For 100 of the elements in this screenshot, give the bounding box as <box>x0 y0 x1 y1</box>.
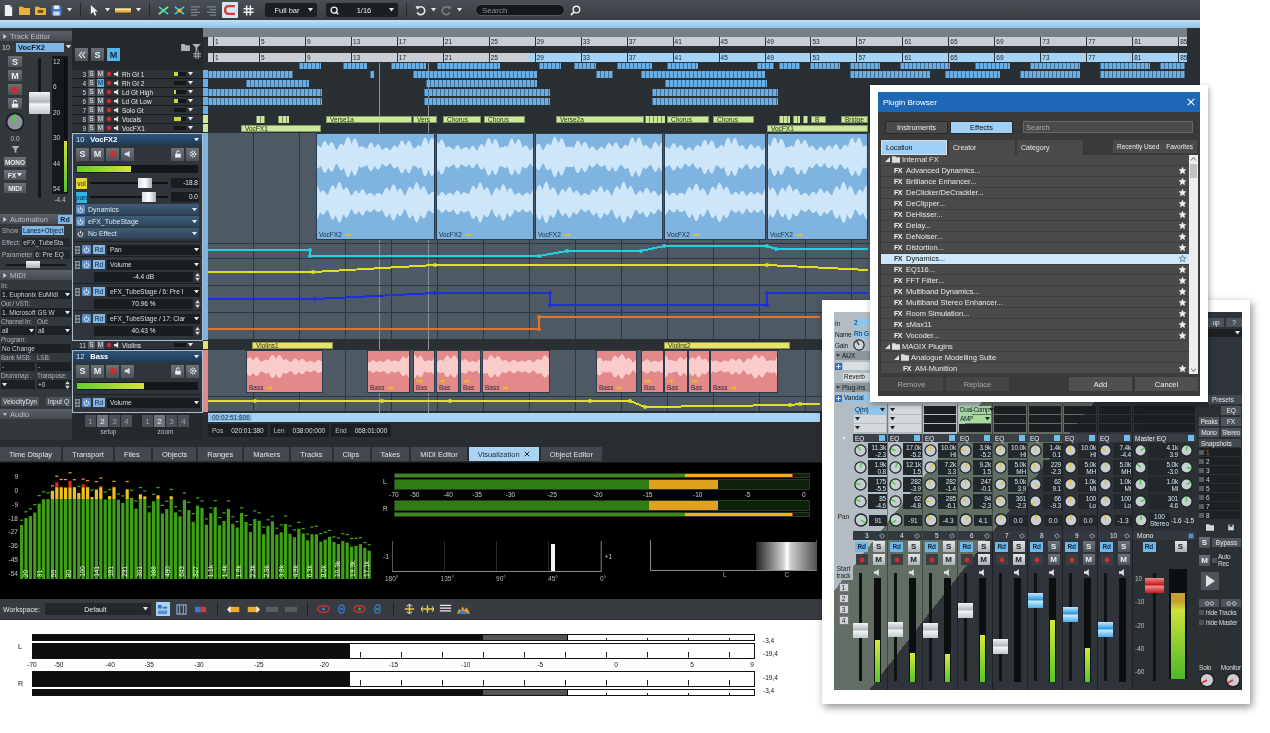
eq-knob[interactable] <box>924 444 937 457</box>
midi-clip[interactable] <box>652 89 778 96</box>
midi-clip[interactable] <box>1030 63 1080 69</box>
align-left-icon[interactable] <box>190 4 201 16</box>
close-icon[interactable] <box>523 451 530 457</box>
mute-button[interactable]: M <box>1012 554 1025 565</box>
eq-toggle[interactable] <box>1188 435 1194 441</box>
pan-knob[interactable] <box>889 513 903 527</box>
pan-knob[interactable] <box>1099 513 1113 527</box>
lock-button[interactable] <box>171 147 184 161</box>
mute-button[interactable]: M <box>1082 554 1095 565</box>
solo-button[interactable]: S <box>1117 541 1130 552</box>
plugin-slot[interactable] <box>889 415 921 423</box>
pan-knob[interactable] <box>959 513 973 527</box>
monitor-button[interactable] <box>121 364 134 378</box>
midi-clip[interactable] <box>413 71 537 78</box>
record-button[interactable] <box>1030 554 1043 565</box>
track-filter-button[interactable]: M <box>107 48 120 61</box>
caret-icon[interactable] <box>65 328 70 333</box>
power-icon[interactable] <box>82 398 91 407</box>
jump-end-icon[interactable] <box>245 604 260 614</box>
eq-knob[interactable] <box>994 478 1007 491</box>
spin-arrows-icon[interactable] <box>195 272 200 281</box>
eq-knob[interactable] <box>994 444 1007 457</box>
caret-icon[interactable] <box>194 247 199 252</box>
eq-knob[interactable] <box>889 478 902 491</box>
pointer-icon[interactable] <box>89 4 100 16</box>
midi-clip[interactable] <box>1100 63 1150 69</box>
eq-knob[interactable] <box>1180 444 1193 457</box>
eq-toggle[interactable] <box>1124 435 1130 441</box>
spin-arrows-icon[interactable] <box>195 326 200 335</box>
eq-knob[interactable] <box>924 478 937 491</box>
eq-knob[interactable] <box>1029 444 1042 457</box>
power-icon[interactable] <box>76 205 85 214</box>
midi-clip[interactable] <box>1160 63 1185 69</box>
checkbox[interactable] <box>1199 449 1204 455</box>
caret-icon[interactable] <box>389 8 394 12</box>
caret-icon[interactable] <box>431 8 436 12</box>
mute-button[interactable]: M <box>907 554 920 565</box>
pan-knob[interactable] <box>1029 513 1043 527</box>
mute-button[interactable]: M <box>1117 554 1130 565</box>
midi-clip[interactable] <box>779 63 800 69</box>
midi-clip[interactable] <box>779 116 790 123</box>
scroll-up-icon[interactable] <box>1191 157 1196 161</box>
midi-clip[interactable] <box>641 71 765 78</box>
midi-clip[interactable] <box>900 63 950 69</box>
checkbox[interactable] <box>1199 512 1204 518</box>
fader-handle[interactable] <box>993 638 1008 654</box>
expand-horizontal-icon[interactable] <box>420 604 434 614</box>
caret-icon[interactable] <box>194 316 199 321</box>
midi-clip[interactable] <box>667 63 698 69</box>
solo-button[interactable]: S <box>1012 541 1025 552</box>
midi-clip[interactable] <box>850 71 930 78</box>
slider-handle[interactable] <box>137 178 152 188</box>
expand-vertical-icon[interactable] <box>402 604 416 614</box>
solo-button[interactable]: S <box>1082 541 1095 552</box>
grip-icon[interactable] <box>75 287 80 296</box>
caret-icon[interactable] <box>29 328 34 333</box>
eq-knob[interactable] <box>1180 461 1193 474</box>
fader-handle[interactable] <box>853 622 868 638</box>
search-icon[interactable] <box>570 4 581 16</box>
caret-icon[interactable] <box>142 607 148 611</box>
eq-knob[interactable] <box>994 461 1007 474</box>
slider-handle[interactable] <box>142 192 157 202</box>
caret-icon[interactable] <box>136 8 141 12</box>
grip-icon[interactable] <box>75 314 80 323</box>
plugin-slot[interactable] <box>854 415 886 423</box>
solo-button[interactable]: S <box>8 56 22 67</box>
save-icon[interactable] <box>51 4 62 16</box>
checkbox[interactable] <box>1199 610 1204 615</box>
solo-button[interactable]: S <box>1174 541 1187 552</box>
spin-arrows-icon[interactable] <box>65 380 70 389</box>
gear-icon[interactable] <box>879 532 885 539</box>
eq-toggle[interactable] <box>914 435 920 441</box>
plugin-slot[interactable] <box>889 406 921 414</box>
caret-icon[interactable] <box>194 400 199 405</box>
speaker-icon[interactable] <box>1084 569 1091 576</box>
midi-clip[interactable] <box>208 89 322 96</box>
save-icon[interactable] <box>1226 523 1235 531</box>
eq-knob[interactable] <box>959 495 972 508</box>
pan-knob[interactable] <box>924 513 938 527</box>
solo-button[interactable]: S <box>872 541 885 552</box>
gear-icon[interactable] <box>949 532 955 539</box>
speaker-icon[interactable] <box>1049 569 1056 576</box>
rings-button[interactable] <box>1199 599 1219 607</box>
eq-knob[interactable] <box>1180 495 1193 508</box>
add-icon[interactable] <box>835 362 842 370</box>
pan-knob[interactable] <box>854 513 868 527</box>
fader-handle[interactable] <box>1028 592 1043 608</box>
eq-toggle[interactable] <box>879 435 885 441</box>
midi-clip[interactable] <box>299 63 321 69</box>
lock-button[interactable] <box>8 98 22 109</box>
midi-clip[interactable] <box>278 116 289 123</box>
star-icon[interactable] <box>1179 255 1186 263</box>
midi-clip[interactable] <box>370 71 374 78</box>
eq-knob[interactable] <box>854 495 867 508</box>
eq-knob[interactable] <box>994 495 1007 508</box>
layout-button[interactable] <box>174 602 189 616</box>
speaker-icon[interactable] <box>979 569 986 576</box>
grip-icon[interactable] <box>75 398 80 407</box>
